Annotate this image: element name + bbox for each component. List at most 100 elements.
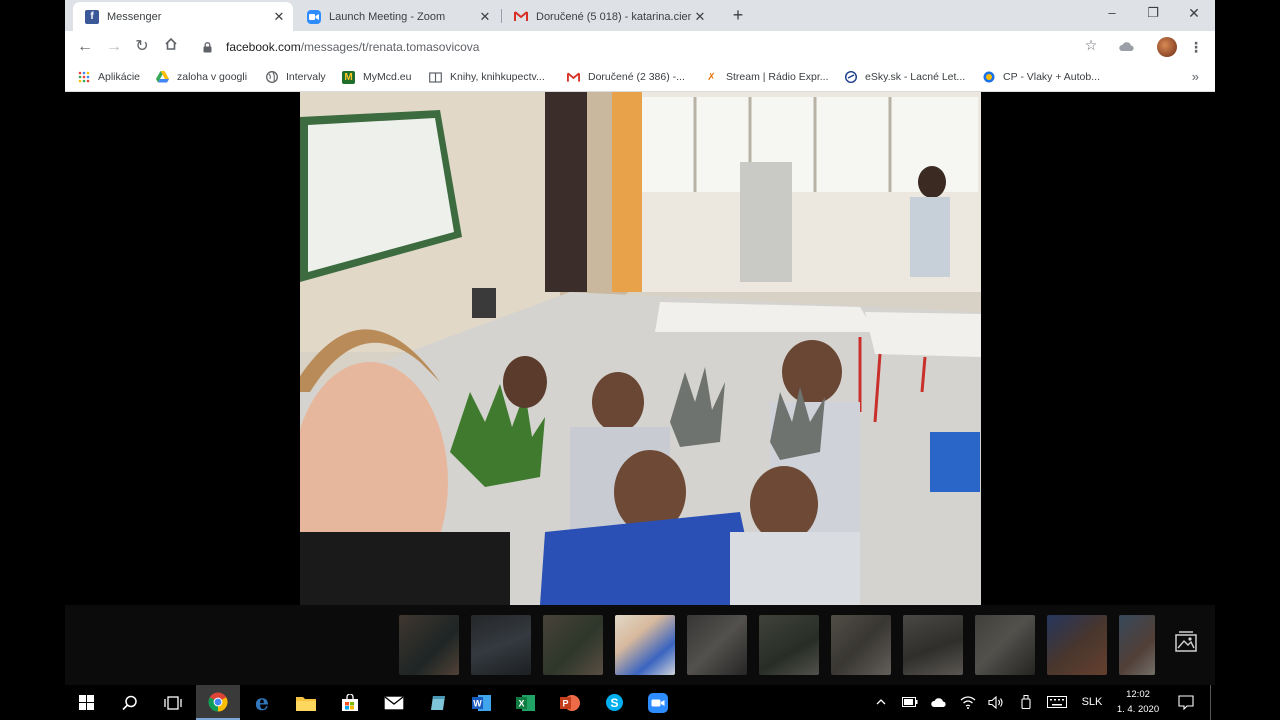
windows-taskbar: e W X P S SLK 12:02 1. 4. 2020 [0, 685, 1280, 720]
photo-thumbnail[interactable] [1047, 615, 1107, 675]
bookmark-zaloha[interactable]: zaloha v googli [156, 69, 247, 85]
word-icon[interactable]: W [460, 685, 504, 720]
extension-icon[interactable] [1119, 39, 1135, 53]
bookmark-cp[interactable]: CP - Vlaky + Autob... [982, 69, 1100, 85]
store-icon[interactable] [328, 685, 372, 720]
bookmark-mymcd[interactable]: M MyMcd.eu [342, 69, 411, 85]
usb-device-icon[interactable] [1016, 693, 1036, 711]
bookmark-label: zaloha v googli [177, 71, 248, 83]
minimize-button[interactable]: – [1098, 4, 1126, 22]
tab-zoom[interactable]: Launch Meeting - Zoom ✕ [295, 2, 499, 31]
thumbnail-strip [65, 605, 1215, 685]
task-view-icon[interactable] [151, 685, 195, 720]
tab-gmail[interactable]: Doručené (5 018) - katarina.ciern ✕ [502, 2, 714, 31]
new-tab-button[interactable]: + [728, 5, 748, 25]
powerpoint-icon[interactable]: P [548, 685, 592, 720]
bookmark-label: Intervaly [286, 71, 326, 83]
zoom-taskbar-icon[interactable] [636, 685, 680, 720]
touch-keyboard-icon[interactable] [1045, 693, 1069, 711]
close-tab-icon[interactable]: ✕ [477, 9, 493, 25]
address-bar[interactable]: facebook.com/messages/t/renata.tomasovic… [192, 35, 1105, 59]
photo-thumbnail[interactable] [687, 615, 747, 675]
bookmark-star-icon[interactable]: ☆ [1081, 37, 1101, 54]
url-text: facebook.com/messages/t/renata.tomasovic… [226, 40, 479, 54]
language-indicator[interactable]: SLK [1078, 693, 1106, 711]
tab-bar: f Messenger ✕ Launch Meeting - Zoom ✕ Do… [65, 0, 1215, 31]
wifi-icon[interactable] [958, 693, 978, 711]
onedrive-cloud-icon[interactable] [929, 693, 949, 711]
clock[interactable]: 12:02 1. 4. 2020 [1112, 687, 1164, 717]
bookmark-esky[interactable]: eSky.sk - Lacné Let... [844, 69, 965, 85]
restore-button[interactable]: ❐ [1139, 4, 1167, 22]
bookmark-apps[interactable]: Aplikácie [77, 69, 140, 85]
volume-icon[interactable] [986, 693, 1006, 711]
notepad-icon[interactable] [416, 685, 460, 720]
bookmark-label: Knihy, knihkupectv... [450, 71, 545, 83]
apps-grid-icon [77, 71, 90, 84]
svg-text:X: X [518, 698, 524, 708]
chrome-menu-icon[interactable]: ⋮ [1189, 37, 1203, 57]
browser-toolbar: ← → ↻ facebook.com/messages/t/renata.tom… [65, 31, 1215, 62]
photo-thumbnail[interactable] [471, 615, 531, 675]
tab-title: Messenger [107, 10, 162, 23]
tab-messenger[interactable]: f Messenger ✕ [73, 2, 293, 31]
search-icon[interactable] [108, 685, 152, 720]
forward-button[interactable]: → [104, 37, 124, 57]
gmail-icon [567, 71, 580, 84]
action-center-icon[interactable] [1176, 693, 1196, 711]
google-drive-icon [156, 71, 169, 84]
close-window-button[interactable]: ✕ [1180, 4, 1208, 22]
photo-thumbnail[interactable] [399, 615, 459, 675]
show-desktop-divider[interactable] [1210, 685, 1211, 720]
globe-icon [265, 71, 278, 84]
show-hidden-icons-chevron-icon[interactable] [873, 693, 889, 711]
chrome-taskbar-icon[interactable] [196, 685, 240, 720]
mcdonalds-icon: M [342, 70, 355, 84]
gallery-icon[interactable] [1173, 629, 1199, 655]
file-explorer-icon[interactable] [284, 685, 328, 720]
bookmark-label: CP - Vlaky + Autob... [1003, 71, 1100, 83]
tab-title: Launch Meeting - Zoom [329, 10, 446, 23]
zoom-icon [307, 9, 321, 24]
close-tab-icon[interactable]: ✕ [692, 9, 708, 25]
bookmark-gmail[interactable]: Doručené (2 386) -... [567, 69, 685, 85]
photo-thumbnail[interactable] [831, 615, 891, 675]
bookmark-label: eSky.sk - Lacné Let... [865, 71, 966, 83]
bookmark-label: Doručené (2 386) -... [588, 71, 685, 83]
bookmark-knihy[interactable]: Knihy, knihkupectv... [429, 69, 545, 85]
close-tab-icon[interactable]: ✕ [271, 9, 287, 25]
battery-icon[interactable] [900, 693, 920, 711]
photo-thumbnail[interactable] [1119, 615, 1155, 675]
excel-icon[interactable]: X [504, 685, 548, 720]
photo-thumbnail[interactable] [903, 615, 963, 675]
classroom-selfie-photo[interactable] [300, 92, 981, 605]
photo-thumbnail-selected[interactable] [615, 615, 675, 675]
book-icon [429, 71, 442, 84]
edge-icon[interactable]: e [240, 685, 284, 720]
profile-avatar[interactable] [1157, 37, 1177, 57]
photo-thumbnail[interactable] [543, 615, 603, 675]
bookmark-intervaly[interactable]: Intervaly [265, 69, 326, 85]
bookmark-label: Stream | Rádio Expr... [726, 71, 829, 83]
radio-icon: ✗ [707, 71, 716, 83]
url-host: facebook.com [226, 40, 301, 54]
chrome-window: f Messenger ✕ Launch Meeting - Zoom ✕ Do… [65, 0, 1215, 605]
clock-date: 1. 4. 2020 [1116, 704, 1160, 715]
bookmark-label: Aplikácie [98, 71, 141, 83]
esky-icon [844, 71, 857, 84]
mail-icon[interactable] [372, 685, 416, 720]
cp-icon [982, 71, 995, 84]
back-button[interactable]: ← [75, 37, 95, 57]
windows-start-button[interactable] [64, 685, 108, 720]
bookmark-radio[interactable]: ✗ Stream | Rádio Expr... [705, 69, 829, 85]
home-button[interactable] [161, 37, 181, 57]
photo-thumbnail[interactable] [759, 615, 819, 675]
lock-icon[interactable] [200, 41, 214, 53]
skype-icon[interactable]: S [592, 685, 636, 720]
photo-thumbnail[interactable] [975, 615, 1035, 675]
svg-text:W: W [473, 698, 482, 708]
tab-title: Doručené (5 018) - katarina.ciern [536, 10, 692, 23]
bookmarks-bar: Aplikácie zaloha v googli Intervaly M My… [65, 62, 1215, 92]
reload-button[interactable]: ↻ [132, 37, 152, 57]
more-bookmarks-icon[interactable]: » [1192, 69, 1199, 84]
